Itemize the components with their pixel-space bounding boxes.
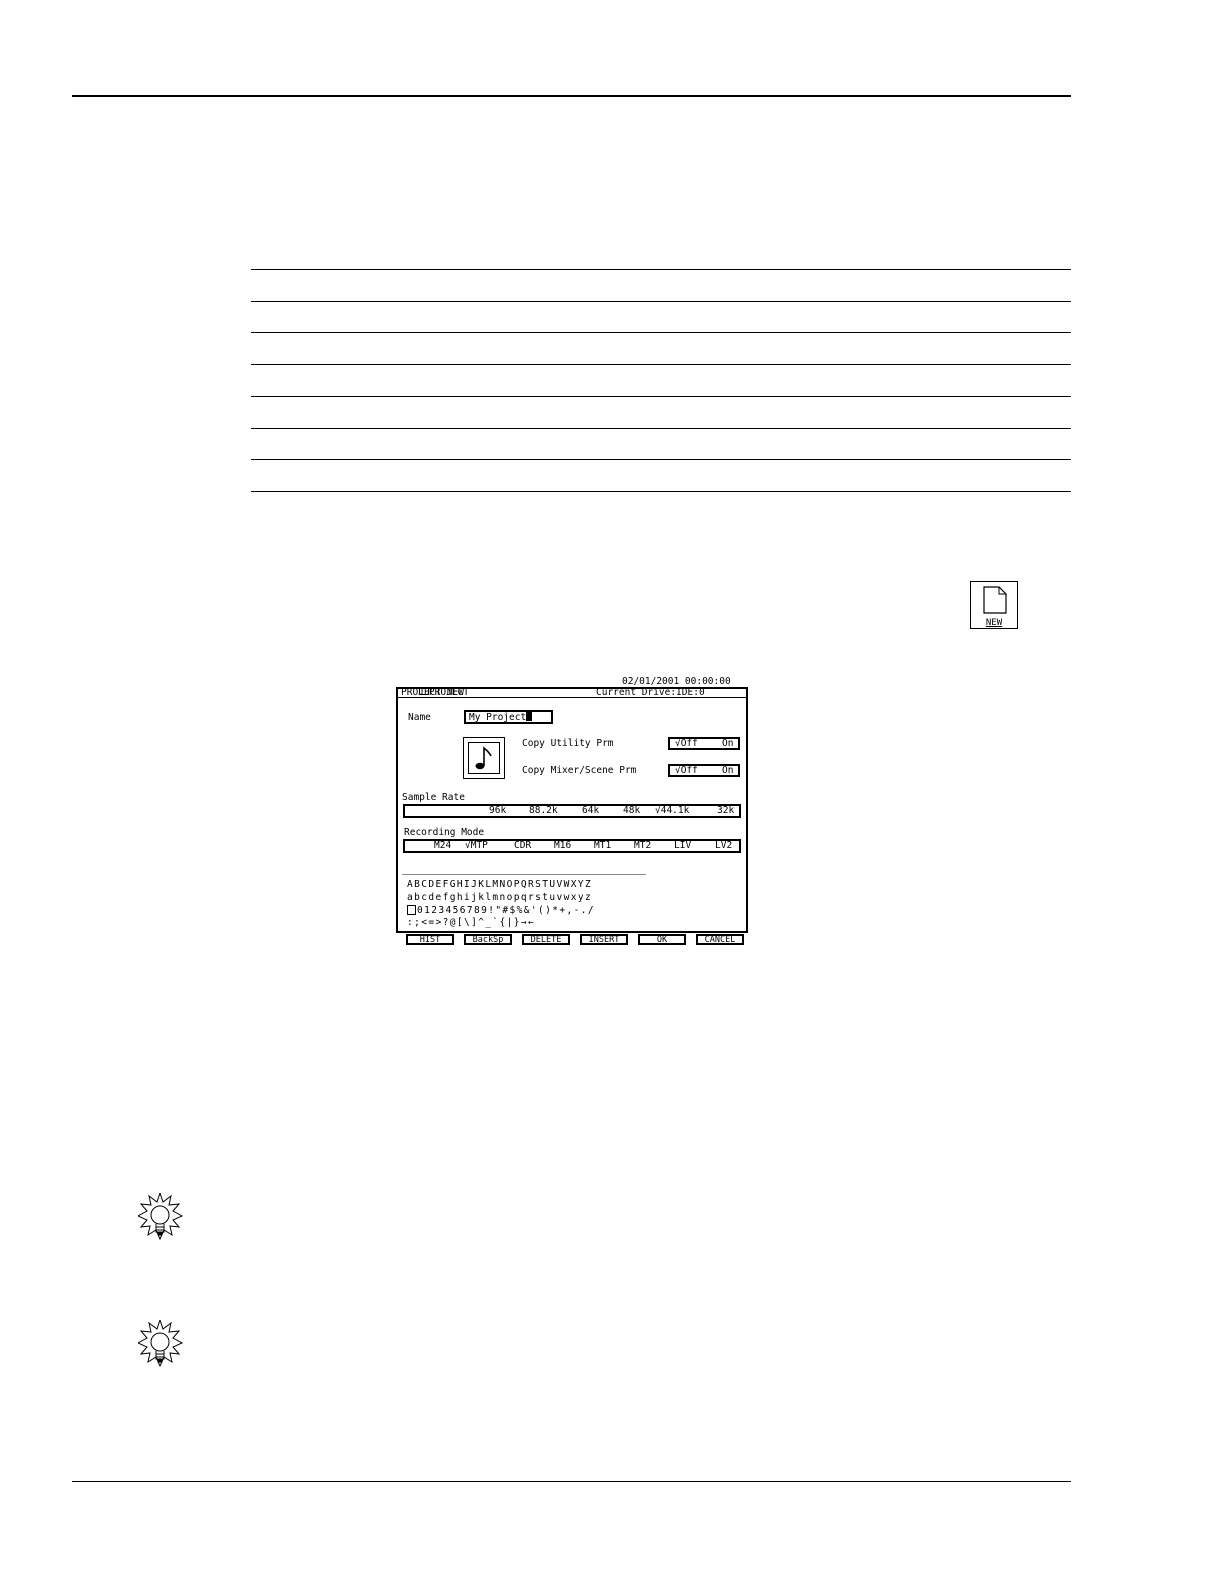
copy-utility-on[interactable]: On xyxy=(722,739,733,749)
new-project-icon: NEW xyxy=(970,581,1018,629)
recording-mode-option[interactable]: MT2 xyxy=(634,841,651,851)
recording-mode-label: Recording Mode xyxy=(404,827,485,838)
recording-mode-option[interactable]: CDR xyxy=(514,841,531,851)
sample-rate-option[interactable]: 32k xyxy=(717,806,734,816)
sample-rate-label: Sample Rate xyxy=(402,792,465,803)
insert-button[interactable]: INSERT xyxy=(580,934,628,945)
table-line xyxy=(251,396,1071,397)
copy-utility-toggle[interactable]: √Off On xyxy=(668,737,740,750)
song-icon xyxy=(463,737,505,779)
ok-button[interactable]: OK xyxy=(638,934,686,945)
recording-mode-option[interactable]: M24 xyxy=(434,841,451,851)
copy-mixer-toggle[interactable]: √Off On xyxy=(668,764,740,777)
project-new-screen: PROJECT 02/01/2001 00:00:00 PROJECT NEW … xyxy=(396,676,752,948)
copy-mixer-label: Copy Mixer/Scene Prm xyxy=(522,765,637,776)
current-drive: Current Drive:IDE:0 xyxy=(596,687,705,698)
table-line xyxy=(251,301,1071,302)
table-line xyxy=(251,428,1071,429)
name-value: My Project xyxy=(469,712,527,723)
copy-mixer-on[interactable]: On xyxy=(722,766,733,776)
char-row-lowercase[interactable]: abcdefghijklmnopqrstuvwxyz xyxy=(407,892,592,903)
copy-utility-label: Copy Utility Prm xyxy=(522,738,614,749)
text-cursor xyxy=(526,712,533,721)
name-field[interactable]: My Project xyxy=(464,710,553,724)
sample-rate-option[interactable]: √44.1k xyxy=(655,806,689,816)
char-row-digits[interactable]: 0123456789!"#$%&'()*+,-./ xyxy=(417,905,595,916)
table-line xyxy=(251,269,1071,270)
lightbulb-icon xyxy=(136,1318,186,1376)
recording-mode-option[interactable]: M16 xyxy=(554,841,571,851)
sample-rate-option[interactable]: 96k xyxy=(489,806,506,816)
sample-rate-option[interactable]: 88.2k xyxy=(529,806,558,816)
recording-mode-option[interactable]: √MTP xyxy=(465,841,488,851)
document-icon xyxy=(983,586,1007,614)
new-icon-label: NEW xyxy=(985,618,1003,628)
delete-button[interactable]: DELETE xyxy=(522,934,570,945)
table-line xyxy=(251,332,1071,333)
name-label: Name xyxy=(408,712,431,723)
cancel-button[interactable]: CANCEL xyxy=(696,934,744,945)
sample-rate-option[interactable]: 64k xyxy=(582,806,599,816)
lightbulb-icon xyxy=(136,1191,186,1249)
char-selection-box xyxy=(407,905,416,915)
header-rule xyxy=(72,95,1071,97)
backspace-button[interactable]: BackSp xyxy=(464,934,512,945)
datetime: 02/01/2001 00:00:00 xyxy=(622,676,731,687)
table-line xyxy=(251,364,1071,365)
table-line xyxy=(251,459,1071,460)
screen-title: PROJECT NEW xyxy=(401,687,464,698)
music-note-icon xyxy=(475,746,492,770)
song-icon-frame xyxy=(468,742,500,774)
char-palette-divider xyxy=(402,874,646,875)
recording-mode-option[interactable]: LV2 xyxy=(715,841,732,851)
copy-utility-off[interactable]: √Off xyxy=(675,739,698,749)
footer-rule xyxy=(72,1481,1071,1482)
sample-rate-selector[interactable]: 96k 88.2k 64k 48k √44.1k 32k xyxy=(403,804,741,818)
recording-mode-option[interactable]: LIV xyxy=(674,841,691,851)
char-row-uppercase[interactable]: ABCDEFGHIJKLMNOPQRSTUVWXYZ xyxy=(407,879,592,890)
table-line xyxy=(251,491,1071,492)
recording-mode-selector[interactable]: M24 √MTP CDR M16 MT1 MT2 LIV LV2 xyxy=(403,839,741,853)
recording-mode-option[interactable]: MT1 xyxy=(594,841,611,851)
sample-rate-option[interactable]: 48k xyxy=(623,806,640,816)
copy-mixer-off[interactable]: √Off xyxy=(675,766,698,776)
hist-button[interactable]: HIST xyxy=(406,934,454,945)
char-row-symbols[interactable]: :;<=>?@[\]^_`{|}→← xyxy=(407,917,535,928)
